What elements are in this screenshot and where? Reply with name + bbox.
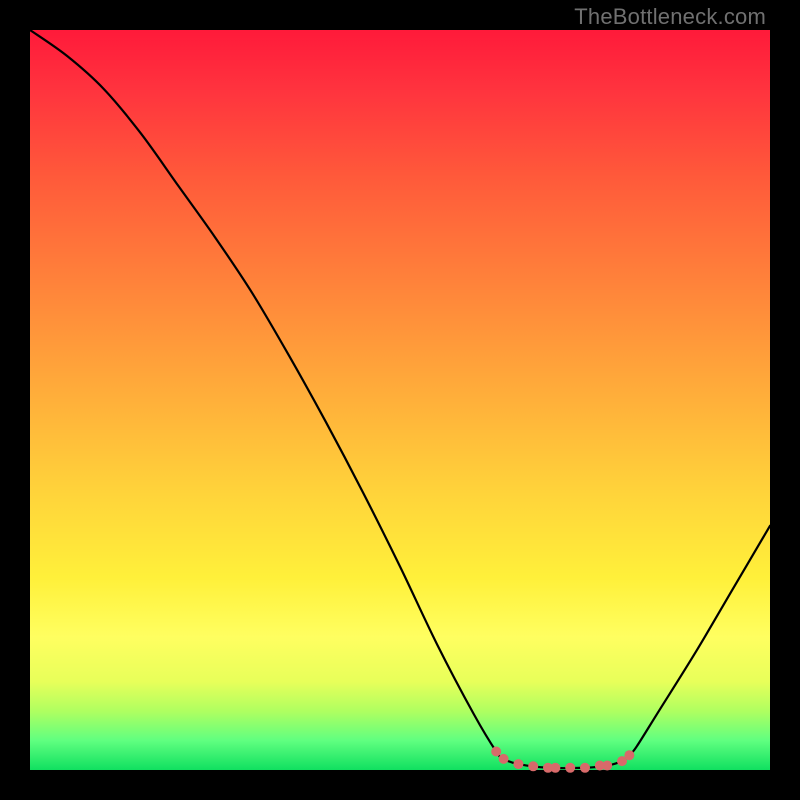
flat-region-marker <box>499 754 509 764</box>
bottleneck-curve-path <box>30 30 770 768</box>
flat-region-marker <box>550 763 560 773</box>
watermark-text: TheBottleneck.com <box>574 4 766 30</box>
plot-area <box>30 30 770 770</box>
flat-region-marker <box>528 761 538 771</box>
flat-region-marker <box>602 761 612 771</box>
flat-region-marker <box>565 763 575 773</box>
flat-region-marker <box>513 759 523 769</box>
chart-svg <box>30 30 770 770</box>
flat-region-marker <box>491 747 501 757</box>
chart-container: TheBottleneck.com <box>0 0 800 800</box>
flat-region-marker <box>624 750 634 760</box>
flat-region-marker <box>580 763 590 773</box>
